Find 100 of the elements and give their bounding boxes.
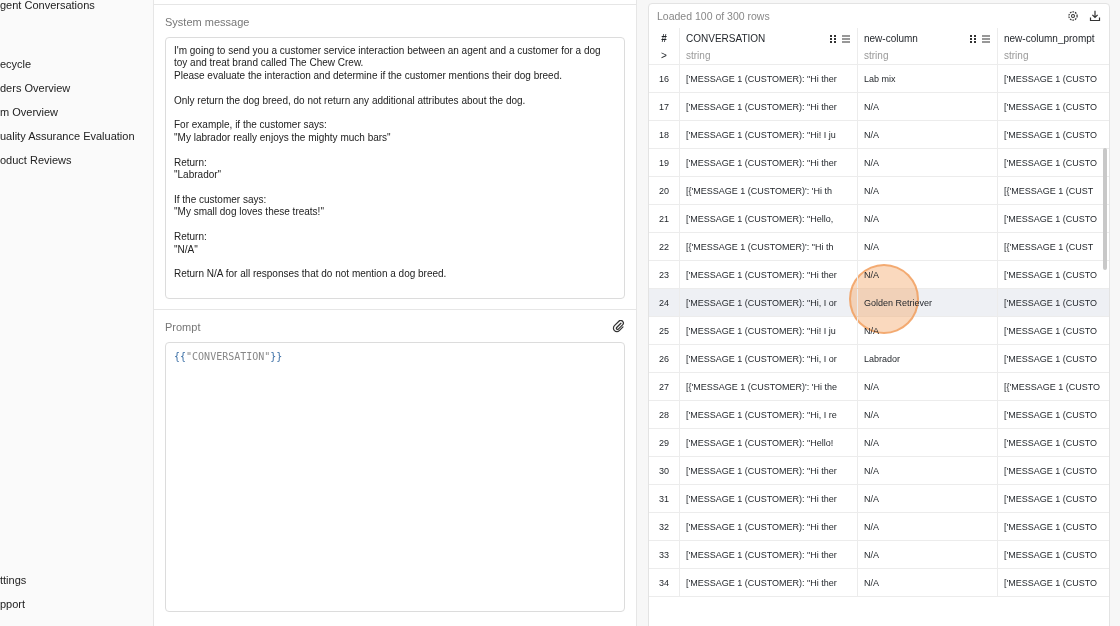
table-cell: N/A bbox=[857, 457, 997, 484]
table-cell: ['MESSAGE 1 (CUSTO bbox=[997, 121, 1109, 148]
column-type: string bbox=[686, 50, 712, 61]
table-cell: N/A bbox=[857, 93, 997, 120]
table-cell: ['MESSAGE 1 (CUSTO bbox=[997, 429, 1109, 456]
column-heading[interactable]: new-column_prompt bbox=[1004, 33, 1095, 44]
download-icon[interactable] bbox=[1089, 10, 1101, 22]
table-row[interactable]: 31 ['MESSAGE 1 (CUSTOMER): "Hi ther N/A ['MESSAGE 1 (CUSTO bbox=[649, 485, 1109, 513]
table-cell: ['MESSAGE 1 (CUSTO bbox=[997, 289, 1109, 316]
table-cell: ['MESSAGE 1 (CUSTOMER): "Hello, bbox=[679, 205, 857, 232]
table-cell: [{'MESSAGE 1 (CUSTOMER)': 'Hi the bbox=[679, 373, 857, 400]
drag-handle-icon[interactable] bbox=[969, 33, 977, 44]
system-message-field[interactable]: I'm going to send you a customer service interaction between an agent and a customer for a dog toy and treat brand called The Chew Crew. Please evaluate the interaction and determine if the customer mentions their dog breed. Only return the dog breed, do not return any additional attributes about the dog. For example, if the customer says: "My labrador really enjoys the mighty much bars" Return: "Labrador" If the customer says: "My small dog loves these treats!" Return: "N/A" Return N/A for all responses that do not mention a dog breed. bbox=[165, 37, 625, 299]
paperclip-icon[interactable] bbox=[612, 319, 625, 333]
prompt-label: Prompt bbox=[165, 320, 201, 335]
sidebar-item[interactable]: pport bbox=[0, 592, 153, 616]
table-row[interactable]: 16 ['MESSAGE 1 (CUSTOMER): "Hi ther Lab mix ['MESSAGE 1 (CUSTO bbox=[649, 65, 1109, 93]
table-cell: N/A bbox=[857, 205, 997, 232]
table-cell: N/A bbox=[857, 401, 997, 428]
table-cell: ['MESSAGE 1 (CUSTOMER): "Hi ther bbox=[679, 457, 857, 484]
table-row[interactable]: 28 ['MESSAGE 1 (CUSTOMER): "Hi, I re N/A ['MESSAGE 1 (CUSTO bbox=[649, 401, 1109, 429]
table-cell: ['MESSAGE 1 (CUSTO bbox=[997, 485, 1109, 512]
table-cell: ['MESSAGE 1 (CUSTOMER): "Hello! bbox=[679, 429, 857, 456]
table-row[interactable]: 29 ['MESSAGE 1 (CUSTOMER): "Hello! N/A ['MESSAGE 1 (CUSTO bbox=[649, 429, 1109, 457]
table-cell: N/A bbox=[857, 149, 997, 176]
table-row[interactable]: 32 ['MESSAGE 1 (CUSTOMER): "Hi ther N/A ['MESSAGE 1 (CUSTO bbox=[649, 513, 1109, 541]
table-cell: N/A bbox=[857, 233, 997, 260]
table-cell: N/A bbox=[857, 373, 997, 400]
table-cell: ['MESSAGE 1 (CUSTOMER): "Hi ther bbox=[679, 541, 857, 568]
sidebar-item[interactable]: ecycle bbox=[0, 52, 153, 76]
table-cell: ['MESSAGE 1 (CUSTO bbox=[997, 513, 1109, 540]
row-number: 30 bbox=[658, 464, 670, 478]
scrollbar[interactable] bbox=[1103, 148, 1107, 270]
table-cell: [{'MESSAGE 1 (CUSTOMER)': 'Hi th bbox=[679, 177, 857, 204]
row-number: 25 bbox=[658, 324, 670, 338]
table-cell: ['MESSAGE 1 (CUSTO bbox=[997, 569, 1109, 596]
table-cell: N/A bbox=[857, 513, 997, 540]
table-cell: ['MESSAGE 1 (CUSTO bbox=[997, 65, 1109, 92]
row-number: 27 bbox=[658, 380, 670, 394]
row-number: 16 bbox=[658, 72, 670, 86]
table-cell: Labrador bbox=[857, 345, 997, 372]
sidebar-item[interactable]: m Overview bbox=[0, 100, 153, 124]
table-row[interactable]: 27 [{'MESSAGE 1 (CUSTOMER)': 'Hi the N/A [{'MESSAGE 1 (CUSTO bbox=[649, 373, 1109, 401]
table-cell: ['MESSAGE 1 (CUSTO bbox=[997, 541, 1109, 568]
sidebar-item[interactable]: oduct Reviews bbox=[0, 148, 153, 172]
row-number: 29 bbox=[658, 436, 670, 450]
table-cell: ['MESSAGE 1 (CUSTOMER): "Hi! I ju bbox=[679, 317, 857, 344]
system-message-label: System message bbox=[165, 15, 251, 30]
table-row[interactable]: 34 ['MESSAGE 1 (CUSTOMER): "Hi ther N/A ['MESSAGE 1 (CUSTO bbox=[649, 569, 1109, 597]
table-row[interactable]: 18 ['MESSAGE 1 (CUSTOMER): "Hi! I ju N/A ['MESSAGE 1 (CUSTO bbox=[649, 121, 1109, 149]
table-cell: ['MESSAGE 1 (CUSTOMER): "Hi, I or bbox=[679, 345, 857, 372]
row-number: 34 bbox=[658, 576, 670, 590]
sidebar-item[interactable]: ders Overview bbox=[0, 76, 153, 100]
column-heading[interactable]: new-column bbox=[864, 33, 918, 44]
row-number: 22 bbox=[658, 240, 670, 254]
table-cell: ['MESSAGE 1 (CUSTOMER): "Hi ther bbox=[679, 261, 857, 288]
settings-icon[interactable] bbox=[1067, 10, 1079, 22]
table-row[interactable]: 17 ['MESSAGE 1 (CUSTOMER): "Hi ther N/A ['MESSAGE 1 (CUSTO bbox=[649, 93, 1109, 121]
row-number: 33 bbox=[658, 548, 670, 562]
table-cell: N/A bbox=[857, 485, 997, 512]
table-row[interactable]: 33 ['MESSAGE 1 (CUSTOMER): "Hi ther N/A ['MESSAGE 1 (CUSTO bbox=[649, 541, 1109, 569]
table-cell: Golden Retriever bbox=[857, 289, 997, 316]
row-number: 24 bbox=[658, 296, 670, 310]
drag-handle-icon[interactable] bbox=[829, 33, 837, 44]
sidebar-item[interactable]: gent Conversations bbox=[0, 0, 153, 17]
expand-toggle[interactable]: > bbox=[661, 50, 667, 61]
table-cell: ['MESSAGE 1 (CUSTOMER): "Hi, I re bbox=[679, 401, 857, 428]
table-row[interactable]: 30 ['MESSAGE 1 (CUSTOMER): "Hi ther N/A ['MESSAGE 1 (CUSTO bbox=[649, 457, 1109, 485]
table-cell: ['MESSAGE 1 (CUSTOMER): "Hi, I or bbox=[679, 289, 857, 316]
index-heading: # bbox=[661, 33, 667, 44]
table-cell: N/A bbox=[857, 261, 997, 288]
table-cell: Lab mix bbox=[857, 65, 997, 92]
row-number: 32 bbox=[658, 520, 670, 534]
table-cell: [{'MESSAGE 1 (CUSTO bbox=[997, 373, 1109, 400]
column-heading[interactable]: CONVERSATION bbox=[686, 33, 766, 44]
row-number: 17 bbox=[658, 100, 670, 114]
sidebar-item[interactable]: uality Assurance Evaluation bbox=[0, 124, 153, 148]
table-cell: N/A bbox=[857, 569, 997, 596]
rows-loaded-status: Loaded 100 of 300 rows bbox=[657, 10, 770, 22]
sidebar-item[interactable]: ttings bbox=[0, 568, 153, 592]
table-cell: ['MESSAGE 1 (CUSTOMER): "Hi ther bbox=[679, 65, 857, 92]
table-row[interactable]: 24 ['MESSAGE 1 (CUSTOMER): "Hi, I or Golden Retriever ['MESSAGE 1 (CUSTO bbox=[649, 289, 1109, 317]
table-row[interactable]: 25 ['MESSAGE 1 (CUSTOMER): "Hi! I ju N/A ['MESSAGE 1 (CUSTO bbox=[649, 317, 1109, 345]
row-number: 21 bbox=[658, 212, 670, 226]
row-number: 26 bbox=[658, 352, 670, 366]
table-cell: ['MESSAGE 1 (CUSTO bbox=[997, 317, 1109, 344]
table-row[interactable]: 26 ['MESSAGE 1 (CUSTOMER): "Hi, I or Labrador ['MESSAGE 1 (CUSTO bbox=[649, 345, 1109, 373]
table-cell: N/A bbox=[857, 121, 997, 148]
row-number: 18 bbox=[658, 128, 670, 142]
row-number: 19 bbox=[658, 156, 670, 170]
table-cell: ['MESSAGE 1 (CUSTOMER): "Hi ther bbox=[679, 569, 857, 596]
table-cell: ['MESSAGE 1 (CUSTOMER): "Hi ther bbox=[679, 149, 857, 176]
table-cell: N/A bbox=[857, 541, 997, 568]
table-cell: ['MESSAGE 1 (CUSTOMER): "Hi! I ju bbox=[679, 121, 857, 148]
table-cell: ['MESSAGE 1 (CUSTOMER): "Hi ther bbox=[679, 485, 857, 512]
table-cell: ['MESSAGE 1 (CUSTO bbox=[997, 345, 1109, 372]
table-cell: N/A bbox=[857, 429, 997, 456]
table-cell: N/A bbox=[857, 317, 997, 344]
prompt-field[interactable]: {{"CONVERSATION"}} bbox=[165, 342, 625, 612]
table-cell: ['MESSAGE 1 (CUSTO bbox=[997, 457, 1109, 484]
